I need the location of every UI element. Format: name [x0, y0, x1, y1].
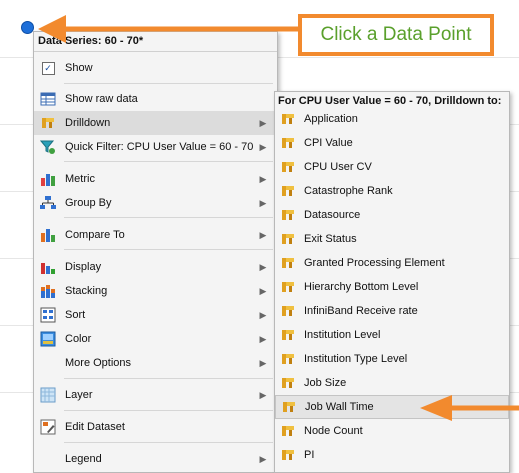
drilldown-icon: [280, 375, 296, 391]
drilldown-icon: [281, 399, 297, 415]
callout-box: Click a Data Point: [298, 14, 494, 56]
table-icon: [40, 91, 56, 107]
drilldown-option-label: PI: [304, 449, 315, 461]
edit-dataset-icon: [40, 419, 56, 435]
drilldown-option-label: Hierarchy Bottom Level: [304, 281, 419, 293]
chevron-right-icon: ▶: [259, 389, 267, 400]
drilldown-option-label: Job Size: [304, 377, 347, 389]
drilldown-icon: [280, 207, 296, 223]
drilldown-icon: [280, 111, 296, 127]
menu-item-group-by[interactable]: Group By ▶: [34, 191, 277, 215]
drilldown-option[interactable]: InfiniBand Receive rate: [275, 299, 509, 323]
drilldown-option-label: CPU User CV: [304, 161, 372, 173]
drilldown-option-label: InfiniBand Receive rate: [304, 305, 418, 317]
menu-separator: [64, 378, 273, 379]
menu-item-metric[interactable]: Metric ▶: [34, 167, 277, 191]
drilldown-submenu: For CPU User Value = 60 - 70, Drilldown …: [274, 91, 510, 473]
menu-item-quick-filter[interactable]: Quick Filter: CPU User Value = 60 - 70 ▶: [34, 135, 277, 159]
drilldown-icon: [280, 327, 296, 343]
drilldown-icon: [280, 183, 296, 199]
chevron-right-icon: ▶: [259, 173, 267, 184]
chevron-right-icon: ▶: [259, 285, 267, 296]
chevron-right-icon: ▶: [259, 333, 267, 344]
sort-icon: [40, 307, 56, 323]
drilldown-option-label: Application: [304, 113, 358, 125]
drilldown-option-label: CPI Value: [304, 137, 353, 149]
menu-item-show-raw-data[interactable]: Show raw data: [34, 87, 277, 111]
chevron-right-icon: ▶: [259, 117, 267, 128]
menu-item-drilldown[interactable]: Drilldown ▶: [34, 111, 277, 135]
menu-separator: [64, 83, 273, 84]
chevron-right-icon: ▶: [259, 229, 267, 240]
menu-item-more-options[interactable]: More Options ▶: [34, 351, 277, 375]
menu-separator: [64, 217, 273, 218]
bar-chart-icon: [40, 171, 56, 187]
stacking-chart-icon: [40, 283, 56, 299]
menu-item-legend[interactable]: Legend ▶: [34, 447, 277, 471]
menu-separator: [64, 249, 273, 250]
chevron-right-icon: ▶: [259, 309, 267, 320]
menu-item-compare-to[interactable]: Compare To ▶: [34, 223, 277, 247]
drilldown-icon: [280, 159, 296, 175]
drilldown-option-label: Catastrophe Rank: [304, 185, 393, 197]
chevron-right-icon: ▶: [259, 357, 267, 368]
drilldown-icon: [280, 447, 296, 463]
drilldown-option[interactable]: CPI Value: [275, 131, 509, 155]
drilldown-option-label: Institution Type Level: [304, 353, 408, 365]
menu-item-edit-dataset[interactable]: Edit Dataset: [34, 415, 277, 439]
menu-separator: [64, 161, 273, 162]
drilldown-option[interactable]: Institution Level: [275, 323, 509, 347]
layer-icon: [40, 387, 56, 403]
checkbox-icon[interactable]: ✓: [40, 60, 56, 76]
menu-item-layer[interactable]: Layer ▶: [34, 383, 277, 407]
compare-chart-icon: [40, 227, 56, 243]
menu-item-stacking[interactable]: Stacking ▶: [34, 279, 277, 303]
color-icon: [40, 331, 56, 347]
drilldown-option[interactable]: Granted Processing Element: [275, 251, 509, 275]
chevron-right-icon: ▶: [259, 197, 267, 208]
hierarchy-icon: [40, 195, 56, 211]
drilldown-icon: [280, 351, 296, 367]
drilldown-option[interactable]: Application: [275, 107, 509, 131]
drilldown-option[interactable]: CPU User CV: [275, 155, 509, 179]
menu-item-show[interactable]: ✓ Show: [34, 56, 277, 80]
menu-item-color[interactable]: Color ▶: [34, 327, 277, 351]
menu-header: Data Series: 60 - 70*: [34, 32, 277, 52]
drilldown-option-label: Job Wall Time: [305, 401, 374, 413]
drilldown-icon: [280, 231, 296, 247]
drilldown-option[interactable]: Datasource: [275, 203, 509, 227]
drilldown-icon: [280, 255, 296, 271]
callout-text: Click a Data Point: [320, 24, 472, 45]
drilldown-option-label: Datasource: [304, 209, 361, 221]
drilldown-option[interactable]: Institution Type Level: [275, 347, 509, 371]
drilldown-option-label: Node Count: [304, 425, 363, 437]
chevron-right-icon: ▶: [259, 141, 267, 152]
drilldown-icon: [280, 303, 296, 319]
drilldown-option[interactable]: Hierarchy Bottom Level: [275, 275, 509, 299]
filter-icon: [40, 139, 56, 155]
drilldown-option[interactable]: Node Count: [275, 419, 509, 443]
drilldown-icon: [280, 423, 296, 439]
chevron-right-icon: ▶: [259, 453, 267, 464]
menu-item-display[interactable]: Display ▶: [34, 255, 277, 279]
drilldown-option[interactable]: Job Size: [275, 371, 509, 395]
drilldown-option[interactable]: Job Wall Time: [275, 395, 509, 419]
drilldown-option-label: Exit Status: [304, 233, 357, 245]
drilldown-option[interactable]: Exit Status: [275, 227, 509, 251]
chevron-right-icon: ▶: [259, 261, 267, 272]
menu-separator: [64, 410, 273, 411]
drilldown-icon: [280, 135, 296, 151]
drilldown-option[interactable]: Catastrophe Rank: [275, 179, 509, 203]
menu-item-sort[interactable]: Sort ▶: [34, 303, 277, 327]
display-chart-icon: [40, 259, 56, 275]
drilldown-icon: [280, 279, 296, 295]
drilldown-option-label: Institution Level: [304, 329, 381, 341]
drilldown-option[interactable]: PI: [275, 443, 509, 467]
drilldown-option-label: Granted Processing Element: [304, 257, 445, 269]
drilldown-icon: [40, 115, 56, 131]
menu-separator: [64, 442, 273, 443]
context-menu: Data Series: 60 - 70* ✓ Show Show raw da…: [33, 31, 278, 473]
